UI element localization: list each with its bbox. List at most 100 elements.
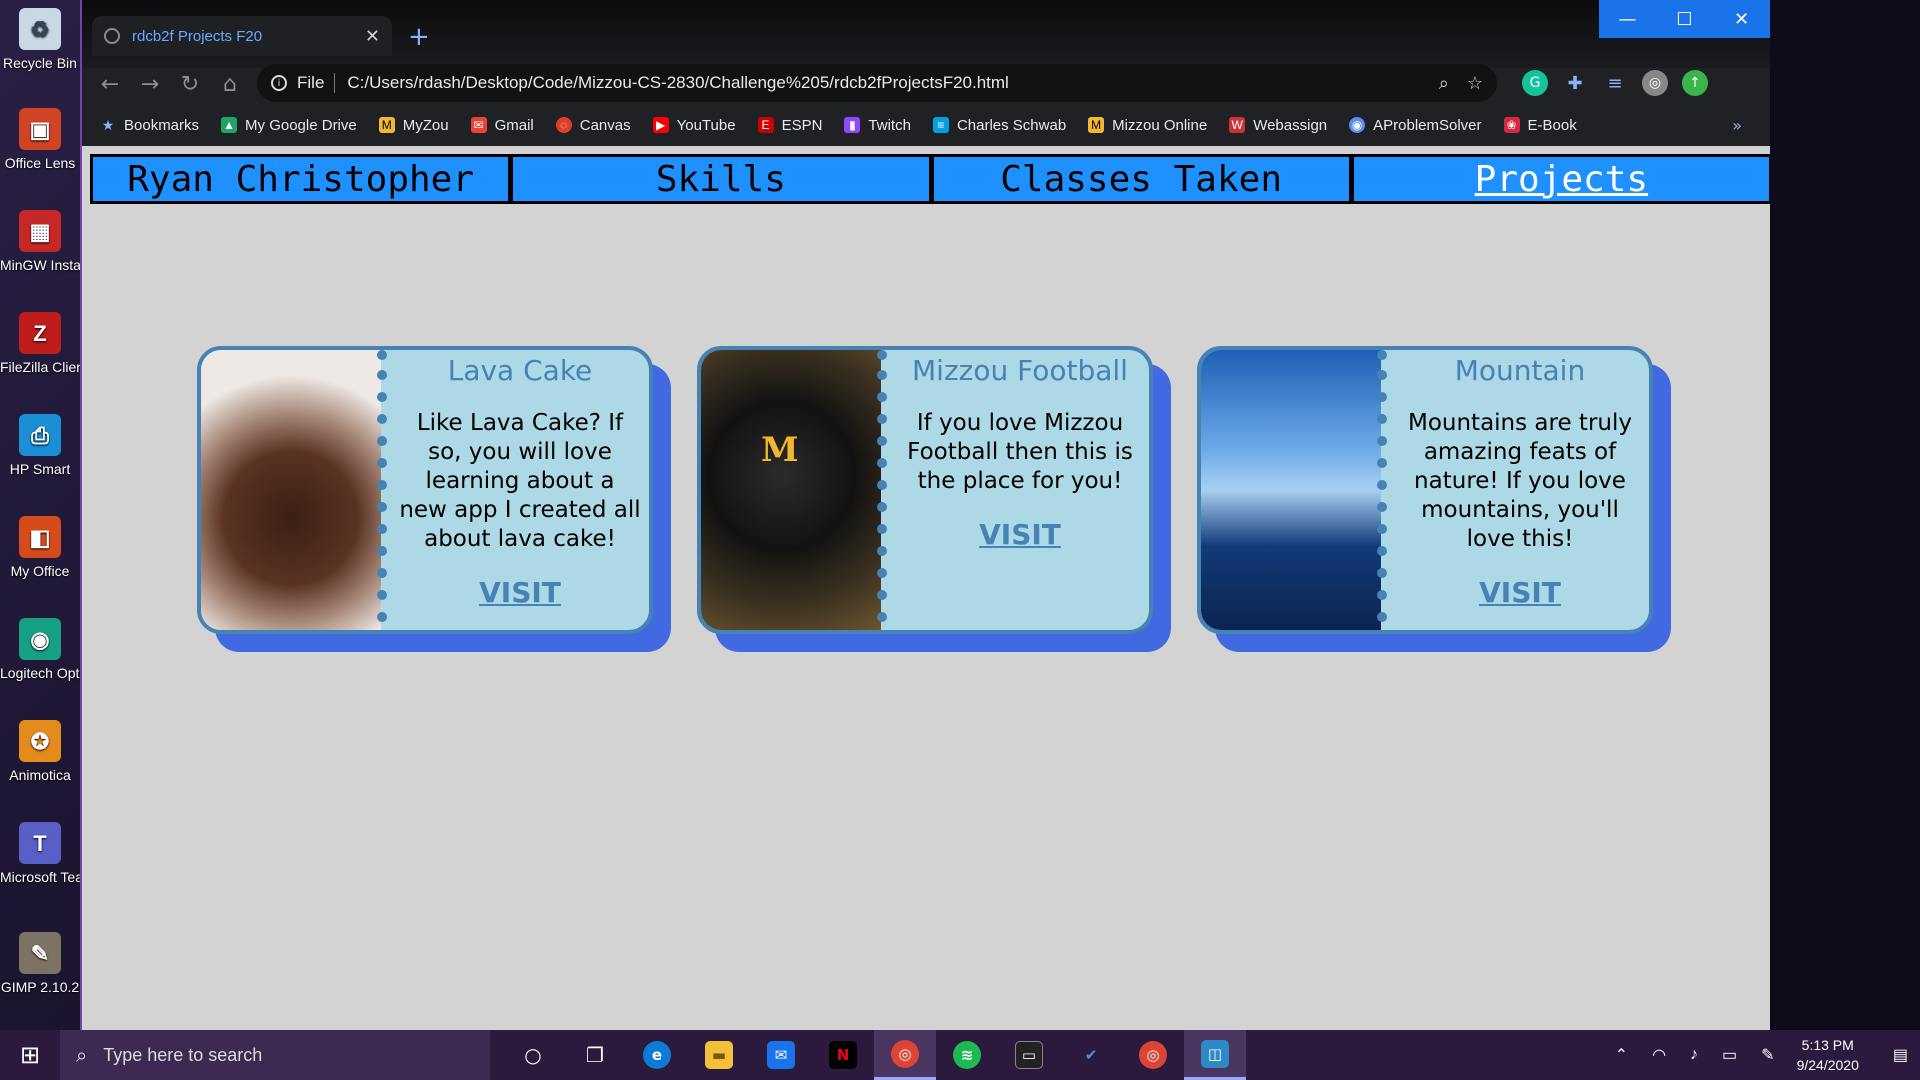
close-tab-icon[interactable]: ✕: [365, 26, 380, 47]
forward-arrow-icon[interactable]: →: [130, 72, 170, 97]
bookmark-ebook[interactable]: ❀ E-Book: [1503, 117, 1577, 134]
zoom-icon[interactable]: ⌕: [1439, 73, 1449, 94]
desktop-icon-my-office[interactable]: ◧ My Office: [0, 516, 80, 581]
netflix-icon[interactable]: N: [812, 1030, 874, 1080]
chevron-up-icon[interactable]: ⌃: [1615, 1045, 1628, 1065]
cortana-icon[interactable]: ○: [502, 1030, 564, 1080]
taskbar: ⊞ ⌕ Type here to search ○ ❐ e ▬ ✉ N ◎ ≋ …: [0, 1030, 1920, 1080]
file-explorer-icon[interactable]: ▬: [688, 1030, 750, 1080]
bookmark-star-icon[interactable]: ☆: [1467, 73, 1483, 94]
youtube-icon: ▶: [652, 117, 669, 133]
gmail-icon: ✉: [470, 117, 487, 133]
animotica-icon: ✪: [19, 720, 61, 762]
grammarly-icon[interactable]: G: [1522, 70, 1548, 96]
media-queue-icon[interactable]: ≡: [1602, 70, 1628, 96]
url-text[interactable]: C:/Users/rdash/Desktop/Code/Mizzou-CS-28…: [347, 73, 1420, 93]
puzzle-extensions-icon[interactable]: ✚: [1562, 70, 1588, 96]
office-lens-icon: ▣: [19, 108, 61, 150]
toolbar: ← → ↻ ⌂ i File C:/Users/rdash/Desktop/Co…: [82, 62, 1770, 106]
clock[interactable]: 5:13 PM 9/24/2020: [1797, 1035, 1859, 1075]
desktop-icon-recycle-bin[interactable]: ♻ Recycle Bin: [0, 8, 80, 73]
desktop-icon-filezilla[interactable]: Z FileZilla Client: [0, 312, 80, 377]
card-title: Mizzou Football: [912, 354, 1128, 387]
card-text: Mountains are truly amazing feats of nat…: [1407, 410, 1632, 552]
desktop-icon-hp-smart[interactable]: ⎙ HP Smart: [0, 414, 80, 479]
nav-skills[interactable]: Skills: [513, 157, 934, 201]
bookmark-charles-schwab[interactable]: ≡ Charles Schwab: [932, 117, 1066, 134]
gimp-icon: ✎: [19, 932, 61, 974]
address-bar[interactable]: i File C:/Users/rdash/Desktop/Code/Mizzo…: [257, 64, 1497, 102]
close-window-button[interactable]: ✕: [1713, 0, 1770, 38]
card-text: If you love Mizzou Football then this is…: [907, 410, 1133, 494]
card-body: Lava Cake Like Lava Cake? If so, you wil…: [391, 350, 649, 630]
task-view-icon[interactable]: ❐: [564, 1030, 626, 1080]
chrome-icon[interactable]: ◎: [874, 1030, 936, 1080]
wifi-icon[interactable]: ◠: [1652, 1045, 1666, 1065]
taskbar-apps: ○ ❐ e ▬ ✉ N ◎ ≋ ▭ ✔ ◎ ◫: [502, 1030, 1246, 1080]
notifications-icon[interactable]: ▤: [1893, 1045, 1908, 1065]
bookmark-twitch[interactable]: ▮ Twitch: [844, 117, 911, 134]
visit-link[interactable]: VISIT: [1479, 576, 1561, 609]
bookmark-myzou[interactable]: M MyZou: [378, 117, 449, 134]
volume-icon[interactable]: ♪: [1690, 1046, 1698, 1064]
canvas-icon: ◌: [555, 117, 572, 133]
info-icon[interactable]: i: [271, 75, 287, 91]
desktop-icon-teams[interactable]: T Microsoft Teams: [0, 822, 80, 887]
desktop-icon-office-lens[interactable]: ▣ Office Lens: [0, 108, 80, 173]
bookmark-mizzou-online[interactable]: M Mizzou Online: [1088, 117, 1207, 134]
browser-window: rdcb2f Projects F20 ✕ + — ☐ ✕ ← → ↻ ⌂ i …: [80, 0, 1770, 1030]
battery-icon[interactable]: ▭: [1722, 1045, 1737, 1065]
window-controls: — ☐ ✕: [1599, 0, 1770, 38]
bookmark-bookmarks[interactable]: ★ Bookmarks: [100, 117, 199, 134]
minimize-button[interactable]: —: [1599, 0, 1656, 38]
desktop-icon-animotica[interactable]: ✪ Animotica: [0, 720, 80, 785]
bookmark-espn[interactable]: E ESPN: [757, 117, 822, 134]
new-tab-icon[interactable]: +: [408, 22, 430, 52]
spotify-icon[interactable]: ≋: [936, 1030, 998, 1080]
desktop-icon-gimp[interactable]: ✎ GIMP 2.10.2: [0, 932, 80, 997]
bookmark-canvas[interactable]: ◌ Canvas: [555, 117, 631, 134]
project-card-mountain: Mountain Mountains are truly amazing fea…: [1197, 346, 1671, 652]
app-window-icon[interactable]: ◫: [1184, 1030, 1246, 1080]
nav-classes-taken[interactable]: Classes Taken: [934, 157, 1354, 201]
bookmarks-overflow-icon[interactable]: »: [1732, 116, 1742, 135]
card-spine: [377, 350, 391, 630]
site-nav: Ryan Christopher Skills Classes Taken Pr…: [90, 154, 1770, 204]
bookmark-google-drive[interactable]: ▲ My Google Drive: [221, 117, 357, 134]
desktop-icon-logitech[interactable]: ◉ Logitech Options: [0, 618, 80, 683]
bookmark-youtube[interactable]: ▶ YouTube: [652, 117, 736, 134]
back-arrow-icon[interactable]: ←: [90, 72, 130, 97]
taskbar-search[interactable]: ⌕ Type here to search: [60, 1030, 490, 1080]
mizzou-online-icon: M: [1088, 117, 1105, 133]
pen-icon[interactable]: ✎: [1761, 1045, 1774, 1065]
nav-projects[interactable]: Projects: [1354, 157, 1769, 201]
card-face: Mountain Mountains are truly amazing fea…: [1197, 346, 1653, 634]
update-icon[interactable]: ↑: [1682, 70, 1708, 96]
card-face: M Mizzou Football If you love Mizzou Foo…: [697, 346, 1153, 634]
mail-icon[interactable]: ✉: [750, 1030, 812, 1080]
todo-icon[interactable]: ✔: [1060, 1030, 1122, 1080]
myzou-icon: M: [378, 117, 395, 133]
browser-tab[interactable]: rdcb2f Projects F20 ✕: [92, 16, 392, 56]
nav-ryan-christopher[interactable]: Ryan Christopher: [93, 157, 514, 201]
maximize-button[interactable]: ☐: [1656, 0, 1713, 38]
bookmark-webassign[interactable]: W Webassign: [1229, 117, 1327, 134]
desktop-icon-mingw[interactable]: ▦ MinGW Installer: [0, 210, 80, 275]
project-card-lava-cake: Lava Cake Like Lava Cake? If so, you wil…: [197, 346, 671, 652]
home-icon[interactable]: ⌂: [210, 72, 250, 97]
bookmark-gmail[interactable]: ✉ Gmail: [470, 117, 534, 134]
visit-link[interactable]: VISIT: [979, 518, 1061, 551]
profile-avatar-icon[interactable]: ◎: [1642, 70, 1668, 96]
mizzou-helmet-logo: M: [761, 430, 799, 470]
visit-link[interactable]: VISIT: [479, 576, 561, 609]
card-body: Mizzou Football If you love Mizzou Footb…: [891, 350, 1149, 630]
edge-icon[interactable]: e: [626, 1030, 688, 1080]
terminal-icon[interactable]: ▭: [998, 1030, 1060, 1080]
mountain-photo: [1201, 350, 1381, 630]
bookmark-aproblemsolver[interactable]: ◉ AProblemSolver: [1349, 117, 1482, 134]
hp-smart-icon: ⎙: [19, 414, 61, 456]
reload-icon[interactable]: ↻: [170, 72, 210, 97]
mingw-icon: ▦: [19, 210, 61, 252]
chrome-second-icon[interactable]: ◎: [1122, 1030, 1184, 1080]
windows-start-icon[interactable]: ⊞: [0, 1030, 60, 1080]
